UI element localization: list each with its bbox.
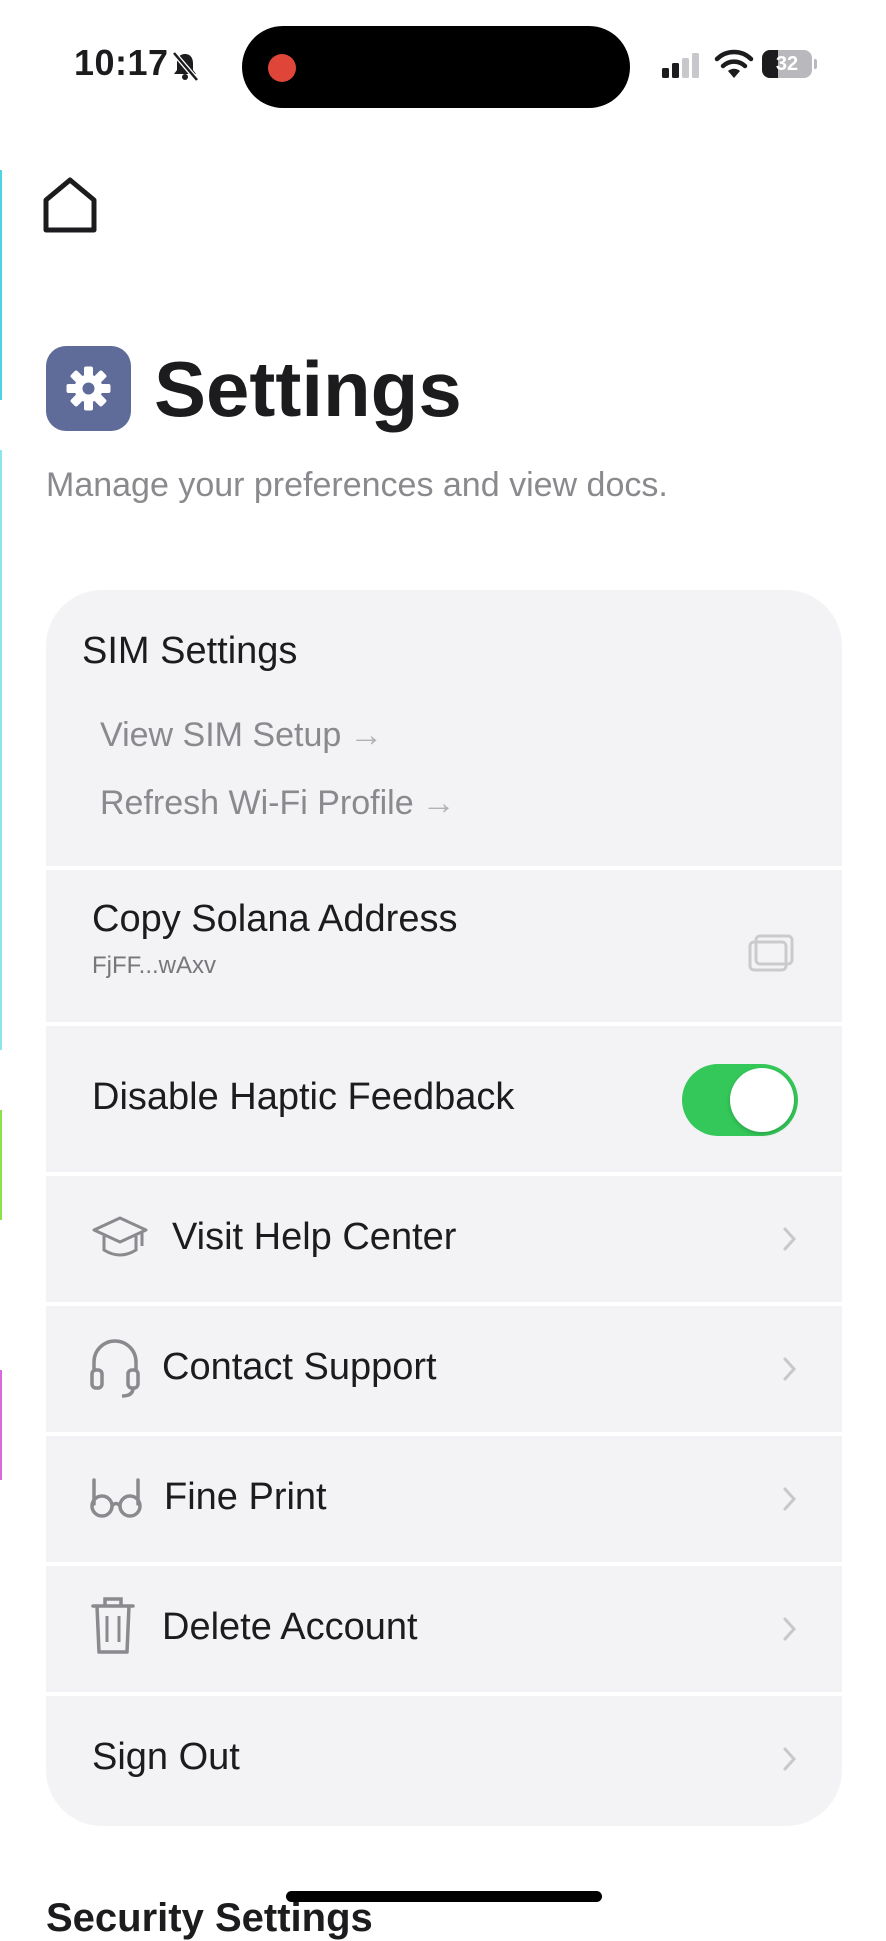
chevron-right-icon	[783, 1617, 797, 1641]
status-bar: 10:17 32	[0, 0, 886, 130]
page-title: Settings	[154, 345, 462, 433]
view-sim-setup-label: View SIM Setup	[100, 716, 342, 754]
dynamic-island	[242, 26, 630, 108]
delete-account-row[interactable]: Delete Account	[46, 1566, 842, 1692]
battery-percent: 32	[775, 53, 799, 75]
visit-help-center-label: Visit Help Center	[172, 1216, 457, 1258]
status-time: 10:17	[74, 42, 169, 83]
home-icon[interactable]	[40, 176, 100, 236]
headset-icon	[90, 1339, 140, 1398]
chevron-right-icon	[783, 1487, 797, 1511]
sim-settings-title: SIM Settings	[82, 630, 298, 672]
chevron-right-icon	[783, 1747, 797, 1771]
sign-out-label: Sign Out	[92, 1736, 240, 1778]
battery-icon: 32	[762, 50, 817, 80]
security-settings-title: Security Settings	[46, 1896, 373, 1940]
chevron-right-icon	[783, 1357, 797, 1381]
glasses-icon	[90, 1478, 142, 1518]
sign-out-row[interactable]: Sign Out	[46, 1696, 842, 1826]
gear-icon	[66, 366, 111, 411]
page-subtitle: Manage your preferences and view docs.	[46, 466, 668, 504]
chevron-right-icon	[783, 1227, 797, 1251]
haptic-feedback-label: Disable Haptic Feedback	[92, 1076, 515, 1118]
refresh-wifi-profile-label: Refresh Wi-Fi Profile	[100, 784, 414, 822]
settings-card: SIM Settings View SIM Setup → Refresh Wi-…	[46, 590, 842, 1826]
copy-solana-address-row[interactable]: Copy Solana Address FjFF...wAxv	[46, 870, 842, 1022]
view-sim-setup-link[interactable]: View SIM Setup →	[100, 716, 383, 755]
bell-muted-icon	[172, 51, 199, 82]
haptic-feedback-toggle[interactable]	[682, 1064, 798, 1136]
fine-print-row[interactable]: Fine Print	[46, 1436, 842, 1562]
edge-strip-green	[0, 1110, 2, 1220]
copy-icon[interactable]	[746, 932, 796, 972]
arrow-right-icon: →	[349, 716, 384, 754]
haptic-feedback-row: Disable Haptic Feedback	[46, 1026, 842, 1172]
edge-strip-cyan-2	[0, 450, 2, 1050]
trash-icon	[91, 1597, 135, 1654]
settings-app-icon	[46, 346, 131, 431]
fine-print-label: Fine Print	[164, 1476, 327, 1518]
cellular-signal-icon	[662, 53, 699, 78]
edge-strip-cyan	[0, 170, 2, 400]
copy-solana-address-label: Copy Solana Address	[92, 898, 458, 940]
solana-address-value: FjFF...wAxv	[92, 952, 216, 979]
wifi-icon	[714, 49, 754, 78]
home-indicator[interactable]	[286, 1891, 602, 1902]
toggle-knob	[730, 1068, 794, 1132]
arrow-right-icon: →	[421, 784, 456, 822]
visit-help-center-row[interactable]: Visit Help Center	[46, 1176, 842, 1302]
graduation-cap-icon	[92, 1216, 148, 1257]
contact-support-row[interactable]: Contact Support	[46, 1306, 842, 1432]
refresh-wifi-profile-link[interactable]: Refresh Wi-Fi Profile →	[100, 784, 456, 823]
edge-strip-magenta	[0, 1370, 2, 1480]
contact-support-label: Contact Support	[162, 1346, 437, 1388]
recording-indicator-icon	[268, 54, 296, 82]
delete-account-label: Delete Account	[162, 1606, 418, 1648]
